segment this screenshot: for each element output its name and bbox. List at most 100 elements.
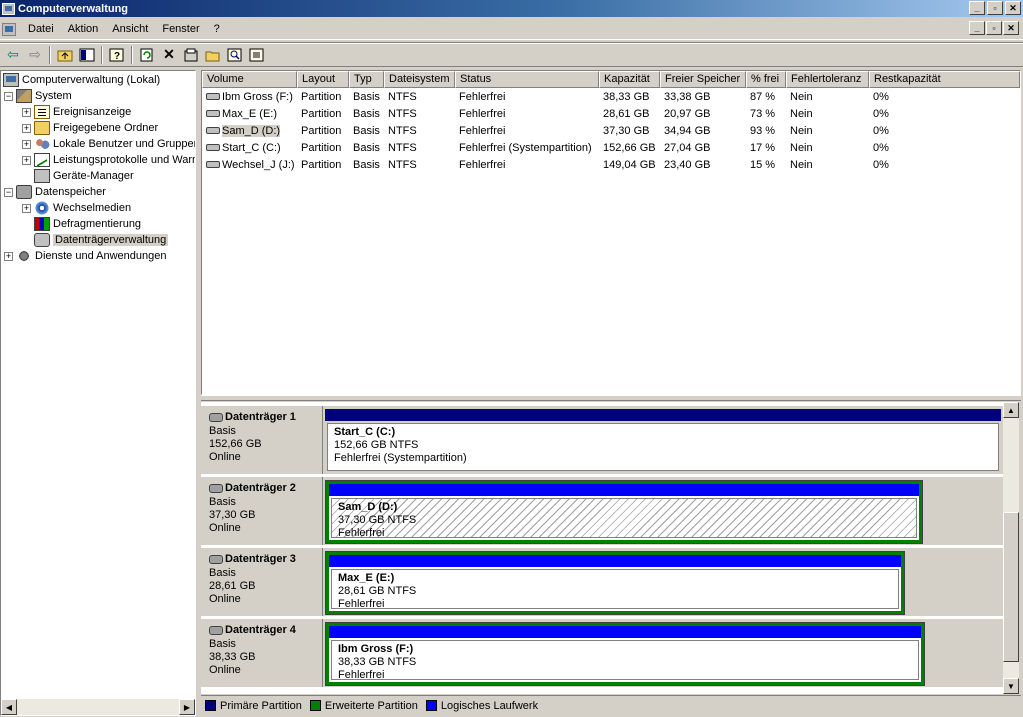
- expand-icon[interactable]: +: [22, 203, 31, 213]
- table-cell: 0%: [873, 142, 889, 154]
- mdi-window-icon[interactable]: [2, 22, 16, 36]
- tree-item-root[interactable]: Computerverwaltung (Lokal): [3, 72, 160, 88]
- collapse-icon[interactable]: −: [4, 91, 13, 101]
- legend-item-primary: Primäre Partition: [205, 700, 302, 712]
- disk-info[interactable]: Datenträger 1 Basis 152,66 GB Online: [201, 406, 323, 474]
- volume-name-cell[interactable]: Wechsel_J (J:): [206, 157, 298, 174]
- tree-label: Computerverwaltung (Lokal): [22, 74, 161, 86]
- console-tree[interactable]: Computerverwaltung (Lokal) − System + Er…: [0, 70, 196, 716]
- table-cell: NTFS: [388, 125, 417, 137]
- volume-name-cell[interactable]: Start_C (C:): [206, 140, 298, 157]
- tree-label: Freigegebene Ordner: [53, 122, 159, 134]
- disk-row[interactable]: Datenträger 2 Basis 37,30 GB Online Sam_…: [201, 477, 1003, 545]
- table-cell: 15 %: [750, 159, 776, 171]
- up-folder-icon[interactable]: [54, 45, 76, 65]
- disk-row[interactable]: Datenträger 1 Basis 152,66 GB Online Sta…: [201, 406, 1003, 474]
- disk-info[interactable]: Datenträger 2 Basis 37,30 GB Online: [201, 477, 323, 545]
- horizontal-splitter[interactable]: [201, 395, 1021, 401]
- expand-icon[interactable]: +: [22, 107, 31, 117]
- search-icon[interactable]: [224, 45, 246, 65]
- column-header-status[interactable]: Status: [455, 71, 599, 88]
- volume-name-cell[interactable]: Ibm Gross (F:): [206, 89, 298, 106]
- expand-icon[interactable]: +: [22, 155, 31, 165]
- mdi-minimize-button[interactable]: _: [969, 21, 985, 35]
- column-header-fault-tolerance[interactable]: Fehlertoleranz: [786, 71, 869, 88]
- minimize-button[interactable]: _: [969, 1, 985, 15]
- expand-icon[interactable]: +: [22, 123, 31, 133]
- scroll-down-icon[interactable]: ▼: [1003, 678, 1019, 694]
- partition-box[interactable]: Max_E (E:) 28,61 GB NTFS Fehlerfrei: [331, 569, 899, 610]
- column-header-layout[interactable]: Layout: [297, 71, 349, 88]
- forward-arrow-icon[interactable]: ⇨: [24, 45, 46, 65]
- scroll-up-icon[interactable]: ▲: [1003, 402, 1019, 418]
- column-header-overhead[interactable]: Restkapazität: [869, 71, 1020, 88]
- collapse-icon[interactable]: −: [4, 187, 13, 197]
- partition-extended[interactable]: Ibm Gross (F:) 38,33 GB NTFS Fehlerfrei: [325, 622, 925, 686]
- volume-name-cell[interactable]: Sam_D (D:): [206, 123, 298, 140]
- partition-box[interactable]: Sam_D (D:) 37,30 GB NTFS Fehlerfrei: [331, 498, 917, 539]
- column-header-percent-free[interactable]: % frei: [746, 71, 786, 88]
- properties-icon[interactable]: [180, 45, 202, 65]
- disk-title: Datenträger 3: [225, 553, 296, 565]
- disk-info[interactable]: Datenträger 4 Basis 38,33 GB Online: [201, 619, 323, 687]
- disk-view-vertical-scrollbar[interactable]: ▲ ▼: [1003, 402, 1019, 694]
- volume-name-cell[interactable]: Max_E (E:): [206, 106, 298, 123]
- scroll-left-icon[interactable]: ◀: [1, 699, 17, 715]
- column-header-capacity[interactable]: Kapazität: [599, 71, 660, 88]
- volume-list[interactable]: Volume Layout Typ Dateisystem Status Kap…: [201, 70, 1021, 395]
- disk-icon: [209, 555, 223, 564]
- table-cell: 20,97 GB: [664, 108, 711, 120]
- svg-text:?: ?: [114, 51, 120, 62]
- tree-item-removable-media[interactable]: + Wechselmedien: [22, 200, 131, 216]
- tree-item-event-viewer[interactable]: + Ereignisanzeige: [22, 104, 131, 120]
- menu-ansicht[interactable]: Ansicht: [105, 23, 155, 35]
- partition-extended[interactable]: Max_E (E:) 28,61 GB NTFS Fehlerfrei: [325, 551, 905, 615]
- export-icon[interactable]: [246, 45, 268, 65]
- delete-icon[interactable]: ✕: [158, 45, 180, 65]
- tree-item-disk-management[interactable]: Datenträgerverwaltung: [22, 232, 169, 248]
- disk-row[interactable]: Datenträger 3 Basis 28,61 GB Online Max_…: [201, 548, 1003, 616]
- tree-item-storage[interactable]: − Datenspeicher: [4, 184, 106, 200]
- table-cell: Nein: [790, 125, 813, 137]
- menu-fenster[interactable]: Fenster: [155, 23, 206, 35]
- tree-item-perf-logs[interactable]: + Leistungsprotokolle und Warnungen: [22, 152, 195, 168]
- disk-size: 38,33 GB: [209, 651, 256, 663]
- table-cell: 73 %: [750, 108, 776, 120]
- column-header-free-space[interactable]: Freier Speicher: [660, 71, 746, 88]
- mdi-close-button[interactable]: ✕: [1003, 21, 1019, 35]
- maximize-button[interactable]: ▫: [987, 1, 1003, 15]
- legend-item-logical: Logisches Laufwerk: [425, 700, 538, 712]
- partition-box[interactable]: Start_C (C:) 152,66 GB NTFS Fehlerfrei (…: [327, 423, 999, 471]
- legend-label: Erweiterte Partition: [324, 699, 418, 712]
- scroll-thumb[interactable]: [1003, 512, 1019, 662]
- disk-row[interactable]: Datenträger 4 Basis 38,33 GB Online Ibm …: [201, 619, 1003, 687]
- back-arrow-icon[interactable]: ⇦: [2, 45, 24, 65]
- menu-aktion[interactable]: Aktion: [61, 23, 106, 35]
- tree-item-device-manager[interactable]: Geräte-Manager: [22, 168, 134, 184]
- disk-graphical-view[interactable]: Datenträger 1 Basis 152,66 GB Online Sta…: [201, 402, 1003, 694]
- tree-item-local-users[interactable]: + Lokale Benutzer und Gruppen: [22, 136, 195, 152]
- tree-horizontal-scrollbar[interactable]: ◀ ▶: [1, 699, 195, 715]
- partition-extended[interactable]: Sam_D (D:) 37,30 GB NTFS Fehlerfrei: [325, 480, 923, 544]
- disk-info[interactable]: Datenträger 3 Basis 28,61 GB Online: [201, 548, 323, 616]
- close-button[interactable]: ✕: [1005, 1, 1021, 15]
- tree-item-system[interactable]: − System: [4, 88, 72, 104]
- tree-item-shared-folders[interactable]: + Freigegebene Ordner: [22, 120, 158, 136]
- menu-help[interactable]: ?: [207, 23, 227, 35]
- refresh-icon[interactable]: [136, 45, 158, 65]
- expand-icon[interactable]: +: [4, 251, 13, 261]
- tree-item-services[interactable]: + Dienste und Anwendungen: [4, 248, 167, 264]
- partition-box[interactable]: Ibm Gross (F:) 38,33 GB NTFS Fehlerfrei: [331, 640, 919, 681]
- show-hide-tree-icon[interactable]: [76, 45, 98, 65]
- scroll-right-icon[interactable]: ▶: [179, 699, 195, 715]
- tree-item-defrag[interactable]: Defragmentierung: [22, 216, 141, 232]
- mdi-maximize-button[interactable]: ▫: [986, 21, 1002, 35]
- open-icon[interactable]: [202, 45, 224, 65]
- expand-icon[interactable]: +: [22, 139, 31, 149]
- column-header-volume[interactable]: Volume: [202, 71, 297, 88]
- partition-primary[interactable]: Start_C (C:) 152,66 GB NTFS Fehlerfrei (…: [325, 409, 1001, 473]
- menu-datei[interactable]: Datei: [21, 23, 61, 35]
- column-header-filesystem[interactable]: Dateisystem: [384, 71, 455, 88]
- help-icon[interactable]: ?: [106, 45, 128, 65]
- column-header-type[interactable]: Typ: [349, 71, 384, 88]
